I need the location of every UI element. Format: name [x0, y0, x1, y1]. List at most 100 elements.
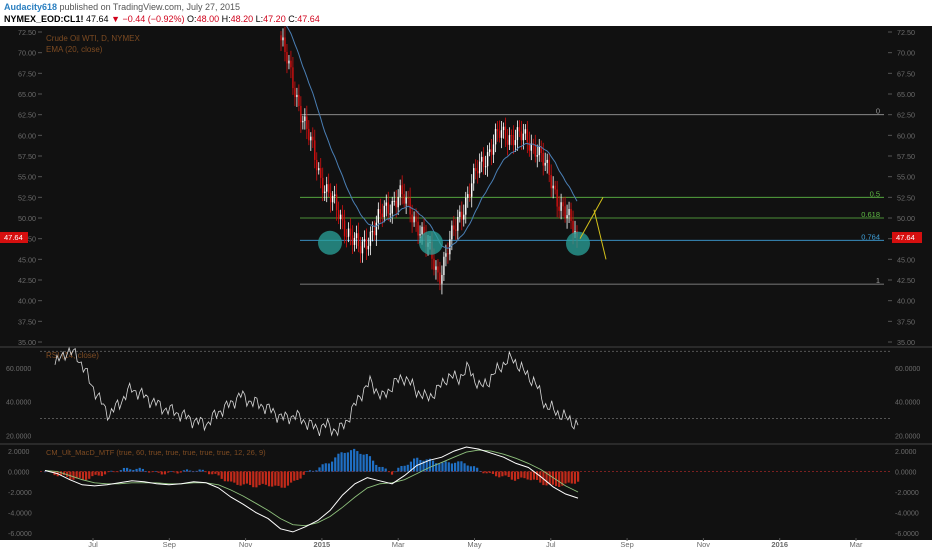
macd-histogram-bar — [573, 471, 577, 484]
macd-histogram-bar — [242, 471, 245, 485]
macd-histogram-bar — [245, 471, 249, 484]
macd-histogram-bar — [406, 464, 409, 472]
macd-histogram-bar — [381, 466, 384, 472]
macd-histogram-bar — [349, 450, 353, 472]
macd-histogram-bar — [315, 470, 318, 472]
candle-body — [486, 152, 489, 167]
fib-level-label: 0.5 — [870, 189, 880, 198]
macd-histogram-bar — [362, 454, 365, 472]
macd-histogram-bar — [343, 452, 346, 472]
macd-histogram-bar — [97, 471, 100, 476]
candle-body — [331, 195, 334, 203]
candle-body — [385, 202, 387, 206]
candle-body — [419, 234, 421, 236]
macd-histogram-bar — [318, 467, 321, 472]
candle-body — [476, 170, 479, 174]
candle-body — [494, 129, 497, 145]
macd-histogram-bar — [308, 470, 312, 472]
candle-body — [365, 239, 368, 250]
candle-body — [373, 231, 376, 236]
author-link[interactable]: Audacity618 — [4, 2, 57, 12]
macd-histogram-bar — [144, 471, 148, 473]
macd-histogram-bar — [201, 469, 204, 472]
macd-histogram-bar — [463, 463, 466, 472]
macd-histogram-bar — [567, 471, 570, 483]
candle-body — [480, 156, 483, 162]
macd-histogram-bar — [359, 453, 362, 472]
time-axis-tick: Nov — [697, 540, 711, 549]
price-axis-tick-right: 52.50 — [897, 193, 915, 202]
macd-histogram-bar — [211, 471, 214, 475]
candle-body — [510, 135, 513, 137]
candle-body — [421, 226, 423, 235]
candle-body — [367, 245, 370, 250]
macd-histogram-bar — [176, 471, 179, 474]
macd-histogram-bar — [271, 471, 274, 487]
candle-body — [296, 94, 298, 98]
macd-histogram-bar — [469, 466, 472, 472]
macd-histogram-bar — [299, 471, 302, 479]
macd-histogram-bar — [479, 470, 482, 472]
candle-body — [478, 161, 481, 174]
price-axis-tick-right: 60.00 — [897, 131, 915, 140]
candle-body — [445, 253, 447, 257]
candle-body — [564, 206, 566, 219]
candle-body — [526, 129, 529, 143]
macd-histogram-bar — [116, 471, 119, 473]
candle-body — [318, 168, 320, 171]
macd-histogram-bar — [372, 460, 375, 472]
macd-histogram-bar — [81, 471, 85, 480]
macd-histogram-bar — [491, 471, 495, 474]
candle-body — [280, 35, 282, 41]
time-axis-tick: Jul — [88, 540, 98, 549]
macd-axis-tick-right: 2.0000 — [895, 449, 917, 456]
macd-histogram-bar — [346, 452, 349, 472]
price-axis-tick-right: 37.50 — [897, 317, 915, 326]
candle-body — [399, 185, 401, 198]
macd-histogram-bar — [217, 471, 220, 476]
candle-body — [498, 131, 501, 138]
price-axis-tick-right: 55.00 — [897, 173, 915, 182]
candle-body — [286, 51, 288, 64]
macd-histogram-bar — [72, 471, 75, 480]
macd-histogram-bar — [239, 471, 242, 486]
candle-body — [492, 144, 495, 155]
price-axis-tick-left: 52.50 — [18, 193, 36, 202]
candle-body — [320, 168, 322, 178]
macd-histogram-bar — [230, 471, 233, 482]
macd-histogram-bar — [132, 469, 135, 472]
candle-body — [349, 228, 352, 236]
candle-body — [304, 116, 306, 121]
candle-body — [377, 209, 380, 223]
price-axis-tick-right: 70.00 — [897, 49, 915, 58]
macd-histogram-bar — [327, 463, 331, 472]
macd-histogram-bar — [441, 462, 444, 472]
publish-info: Audacity618 published on TradingView.com… — [4, 2, 240, 12]
candle-body — [357, 233, 360, 247]
candle-body — [516, 127, 519, 141]
macd-histogram-bar — [340, 452, 343, 472]
macd-histogram-bar — [384, 468, 387, 472]
rsi-axis-tick-left: 60.0000 — [6, 366, 31, 373]
macd-histogram-bar — [286, 471, 290, 486]
high-label: H: — [221, 14, 231, 24]
candle-body — [536, 155, 538, 157]
macd-histogram-bar — [577, 471, 580, 482]
candle-body — [282, 37, 284, 41]
macd-histogram-bar — [226, 471, 230, 482]
close-value: 47.64 — [297, 14, 320, 24]
candle-body — [474, 168, 477, 171]
macd-histogram-bar — [283, 471, 286, 488]
candle-body — [459, 211, 461, 217]
macd-histogram-bar — [356, 451, 359, 472]
macd-histogram-bar — [135, 468, 138, 472]
chart-canvas[interactable]: Crude Oil WTI, D, NYMEX EMA (20, close) … — [0, 26, 932, 550]
candle-body — [316, 159, 318, 171]
candle-body — [552, 185, 554, 189]
candle-body — [302, 120, 304, 123]
candle-body — [347, 228, 350, 237]
candle-body — [310, 136, 312, 141]
candle-body — [314, 140, 316, 160]
time-axis-tick: Mar — [850, 540, 863, 549]
candle-body — [292, 67, 294, 89]
